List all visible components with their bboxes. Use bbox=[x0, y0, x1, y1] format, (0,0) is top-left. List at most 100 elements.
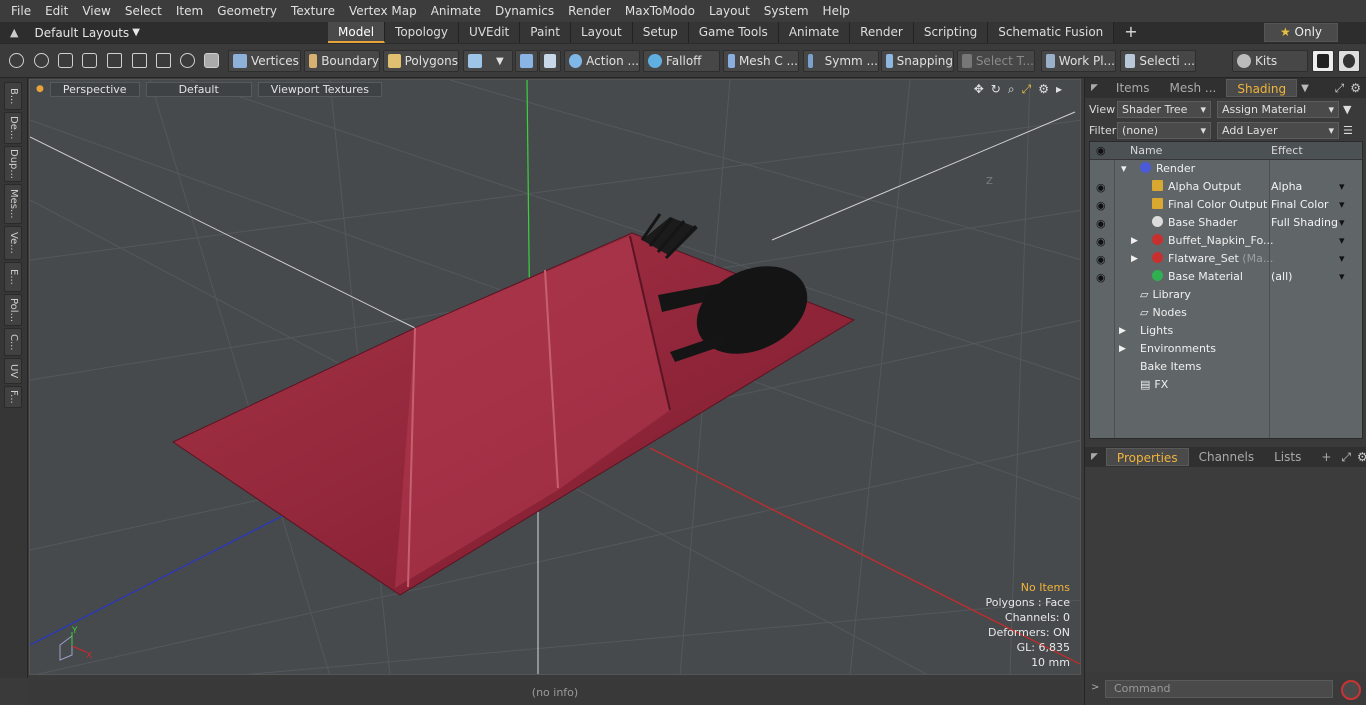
command-input[interactable]: Command bbox=[1105, 680, 1333, 698]
view-dropdown[interactable]: Shader Tree bbox=[1117, 100, 1211, 118]
polygons-button[interactable]: Polygons bbox=[383, 50, 459, 72]
boundary-button[interactable]: Boundary bbox=[304, 50, 380, 72]
pen-icon[interactable] bbox=[58, 53, 73, 68]
cube-solid-icon[interactable] bbox=[204, 53, 219, 68]
tab-animate[interactable]: Animate bbox=[778, 22, 851, 43]
tab-schematic-fusion[interactable]: Schematic Fusion bbox=[988, 22, 1115, 43]
assign-material-dropdown[interactable]: Assign Material bbox=[1217, 100, 1339, 118]
menu-maxtomodo[interactable]: MaxToModo bbox=[619, 4, 701, 18]
shading-button[interactable]: Default bbox=[145, 81, 252, 97]
menu-select[interactable]: Select bbox=[119, 4, 168, 18]
left-tab-basic[interactable]: B... bbox=[4, 82, 22, 110]
left-tab-mesh-edit[interactable]: Mes... bbox=[4, 184, 22, 224]
unreal-button[interactable] bbox=[1338, 50, 1360, 72]
menu-dynamics[interactable]: Dynamics bbox=[489, 4, 560, 18]
center-icon[interactable] bbox=[132, 53, 147, 68]
frame-icon[interactable] bbox=[156, 53, 171, 68]
left-tab-fusion[interactable]: F... bbox=[4, 386, 22, 408]
menu-texture[interactable]: Texture bbox=[285, 4, 341, 18]
tab-layout[interactable]: Layout bbox=[570, 22, 633, 43]
brush-icon[interactable] bbox=[82, 53, 97, 68]
maximize-panel-icon[interactable]: ⤢ bbox=[1335, 81, 1345, 96]
expand-arrow-icon[interactable]: ▶ bbox=[1131, 250, 1138, 268]
menu-vertex-map[interactable]: Vertex Map bbox=[343, 4, 423, 18]
gear-icon[interactable]: ⚙ bbox=[1357, 450, 1366, 464]
tree-row-nodes[interactable]: ▱ Nodes bbox=[1090, 304, 1362, 322]
tree-row-environments[interactable]: ▶ Environments bbox=[1090, 340, 1362, 358]
eye-icon[interactable]: ◉ bbox=[1096, 251, 1106, 269]
tree-row-buffet-napkin[interactable]: ◉ ▶ Buffet_Napkin_Fo... bbox=[1090, 232, 1362, 250]
expand-arrow-icon[interactable]: ▾ bbox=[1121, 160, 1127, 178]
filter-dropdown[interactable]: (none) bbox=[1117, 121, 1211, 139]
tree-row-lights[interactable]: ▶ Lights bbox=[1090, 322, 1362, 340]
falloff-button[interactable]: Falloff bbox=[643, 50, 720, 72]
menu-render[interactable]: Render bbox=[562, 4, 617, 18]
tree-row-base-material[interactable]: ◉ Base Material (all) bbox=[1090, 268, 1362, 287]
effect-dropdown[interactable]: Full Shading bbox=[1271, 214, 1345, 232]
left-tab-deform[interactable]: De... bbox=[4, 112, 22, 144]
tab-paint[interactable]: Paint bbox=[520, 22, 571, 43]
tree-row-library[interactable]: ▱ Library bbox=[1090, 286, 1362, 304]
column-effect[interactable]: Effect bbox=[1271, 144, 1303, 157]
play-arrow-icon[interactable]: ▸ bbox=[1056, 82, 1062, 97]
add-tab-button[interactable]: + bbox=[1114, 22, 1147, 43]
gear-icon[interactable]: ⚙ bbox=[1350, 81, 1361, 95]
filter-funnel-icon[interactable]: ▼ bbox=[1343, 103, 1351, 116]
menu-system[interactable]: System bbox=[758, 4, 815, 18]
layout-up-icon[interactable]: ▲ bbox=[10, 26, 18, 39]
menu-geometry[interactable]: Geometry bbox=[211, 4, 283, 18]
menu-edit[interactable]: Edit bbox=[39, 4, 74, 18]
menu-layout[interactable]: Layout bbox=[703, 4, 756, 18]
tab-game-tools[interactable]: Game Tools bbox=[688, 22, 779, 43]
tab-setup[interactable]: Setup bbox=[632, 22, 689, 43]
perspective-button[interactable]: Perspective bbox=[49, 81, 140, 97]
menu-help[interactable]: Help bbox=[817, 4, 856, 18]
column-name[interactable]: Name bbox=[1130, 144, 1162, 157]
selection-sets-button[interactable]: Selecti ... bbox=[1120, 50, 1196, 72]
gear-icon[interactable]: ⚙ bbox=[1038, 82, 1049, 97]
tab-lists[interactable]: Lists bbox=[1264, 448, 1311, 466]
eye-icon[interactable]: ◉ bbox=[1096, 197, 1106, 215]
list-options-icon[interactable]: ☰ bbox=[1343, 124, 1353, 137]
viewport-textures-button[interactable]: Viewport Textures bbox=[257, 81, 382, 97]
tab-properties[interactable]: Properties bbox=[1105, 448, 1189, 466]
left-tab-duplicate[interactable]: Dup... bbox=[4, 146, 22, 182]
maximize-icon[interactable]: ⤢ bbox=[1022, 82, 1032, 97]
expand-arrow-icon[interactable]: ▶ bbox=[1131, 232, 1138, 250]
eye-icon[interactable]: ◉ bbox=[1096, 215, 1106, 233]
menu-file[interactable]: File bbox=[0, 4, 37, 18]
expand-arrow-icon[interactable]: ▶ bbox=[1119, 340, 1126, 358]
3d-viewport[interactable]: Y X Z ● Perspective Default Viewport Tex… bbox=[29, 79, 1081, 675]
snap-toggle-button[interactable] bbox=[539, 50, 561, 72]
record-button[interactable] bbox=[1341, 680, 1361, 700]
chevron-down-icon[interactable]: ▼ bbox=[1301, 83, 1309, 94]
tab-scripting[interactable]: Scripting bbox=[913, 22, 989, 43]
add-tab-button[interactable]: + bbox=[1311, 448, 1341, 466]
material-mode-dropdown[interactable]: ▼ bbox=[463, 50, 513, 72]
rotate-view-icon[interactable]: ↻ bbox=[991, 82, 1001, 97]
left-tab-curve[interactable]: C... bbox=[4, 328, 22, 356]
snapping-button[interactable]: Snapping bbox=[881, 50, 954, 72]
align-icon[interactable] bbox=[107, 53, 122, 68]
tree-row-alpha-output[interactable]: ◉ Alpha Output Alpha bbox=[1090, 178, 1362, 196]
mesh-constraint-button[interactable]: Mesh C ... bbox=[723, 50, 799, 72]
tab-channels[interactable]: Channels bbox=[1189, 448, 1265, 466]
tab-uvedit[interactable]: UVEdit bbox=[459, 22, 521, 43]
panel-menu-icon[interactable]: ◤ bbox=[1091, 83, 1098, 93]
menu-view[interactable]: View bbox=[76, 4, 116, 18]
kits-button[interactable]: Kits bbox=[1232, 50, 1308, 72]
panel-menu-icon[interactable]: ◤ bbox=[1091, 452, 1098, 462]
circle-select-icon[interactable] bbox=[9, 53, 24, 68]
effect-dropdown[interactable]: (all) bbox=[1271, 268, 1346, 286]
move-view-icon[interactable]: ✥ bbox=[974, 82, 984, 97]
left-tab-polygon[interactable]: Pol... bbox=[4, 294, 22, 326]
tab-mesh[interactable]: Mesh ... bbox=[1160, 79, 1227, 97]
viewport-menu-dot-icon[interactable]: ● bbox=[36, 84, 44, 94]
menu-animate[interactable]: Animate bbox=[425, 4, 487, 18]
eye-icon[interactable]: ◉ bbox=[1096, 269, 1106, 287]
tab-shading[interactable]: Shading bbox=[1226, 79, 1298, 97]
only-button[interactable]: ★ Only bbox=[1264, 23, 1338, 42]
add-layer-dropdown[interactable]: Add Layer bbox=[1217, 121, 1339, 139]
work-plane-button[interactable]: Work Pl... bbox=[1041, 50, 1116, 72]
tree-row-base-shader[interactable]: ◉ Base Shader Full Shading bbox=[1090, 214, 1362, 233]
